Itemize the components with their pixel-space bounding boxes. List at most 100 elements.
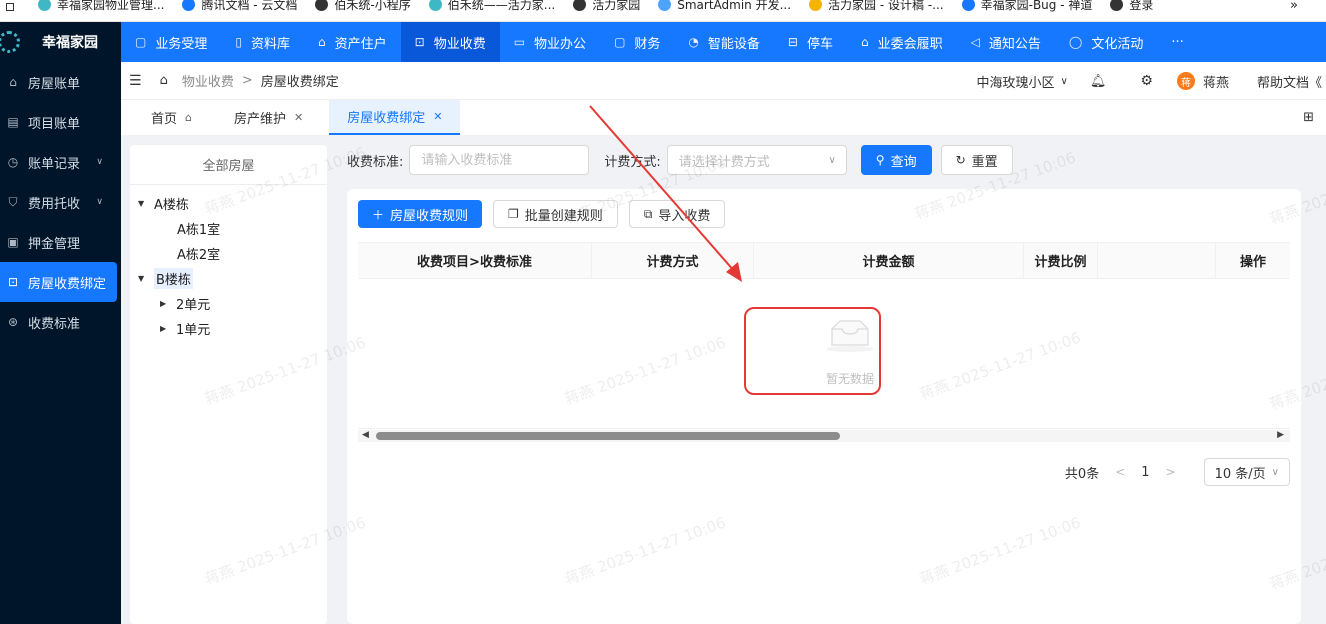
top-nav-item[interactable]: ⊟ 停车 (774, 22, 847, 62)
tab[interactable]: 首页 ⌂ (139, 100, 204, 135)
bookmark-favicon-icon (573, 0, 587, 11)
bookmark-label: 活力家园 - 设计稿 -... (828, 0, 944, 12)
top-nav-item[interactable]: ▯ 资料库 (221, 22, 304, 62)
column-header[interactable]: 收费项目>收费标准 (358, 243, 592, 278)
tree-node[interactable]: ▶ 2单元 (130, 291, 327, 316)
top-nav-item[interactable]: ⌂ 业委会履职 (847, 22, 957, 62)
bookmark-item[interactable]: 腾讯文档 - 云文档 (182, 0, 297, 13)
tree-title[interactable]: 全部房屋 (130, 145, 327, 185)
bell-icon[interactable]: 🔔︎ (1090, 74, 1107, 89)
caret-down-icon[interactable]: ▼ (138, 199, 148, 208)
tab[interactable]: 房屋收费绑定 ✕ (329, 100, 461, 135)
column-header[interactable]: 计费方式 (592, 243, 754, 278)
column-header[interactable]: 计费金额 (754, 243, 1024, 278)
tab-label: 房屋收费绑定 (347, 111, 426, 126)
bookmark-item[interactable]: 伯禾统——活力家... (428, 0, 556, 13)
top-nav-item[interactable]: ◁ 通知公告 (957, 22, 1055, 62)
sidebar-item-label: 房屋账单 (28, 76, 81, 92)
caret-right-icon[interactable]: ▶ (160, 324, 170, 333)
bookmark-item[interactable]: 幸福家园-Bug - 禅道 (961, 0, 1092, 13)
top-nav-item[interactable]: ▢ 财务 (600, 22, 674, 62)
sidebar-item[interactable]: ▣ 押金管理 (0, 222, 121, 262)
menu-toggle-icon[interactable]: ☰ (129, 73, 142, 89)
bookmarks-overflow-icon[interactable]: » (1290, 0, 1298, 13)
close-icon[interactable]: ✕ (294, 111, 303, 124)
grid-icon[interactable]: ⊞ (1303, 110, 1314, 125)
caret-right-icon[interactable]: ▶ (160, 299, 170, 308)
top-nav-item[interactable]: ▭ 物业办公 (500, 22, 600, 62)
bookmark-item[interactable]: 登录 (1110, 0, 1153, 13)
community-select[interactable]: 中海玫瑰小区 ∨ (977, 72, 1068, 91)
standard-field[interactable] (409, 145, 590, 175)
nav-icon: ▭ (513, 35, 526, 49)
sidebar-item[interactable]: ▤ 项目账单 (0, 102, 121, 142)
caret-down-icon[interactable]: ▼ (138, 274, 148, 283)
annotation-highlight-box (744, 307, 881, 395)
scrollbar-thumb[interactable] (376, 432, 840, 440)
nav-icon: ◯ (1068, 35, 1083, 49)
top-nav-item[interactable]: ⌂ 资产住户 (304, 22, 401, 62)
batch-create-button[interactable]: ❐ 批量创建规则 (493, 200, 618, 228)
bookmark-label: 伯禾统——活力家... (447, 0, 556, 12)
bookmark-item[interactable]: 活力家园 - 设计稿 -... (809, 0, 944, 13)
bookmark-item[interactable]: 幸福家园物业管理... (38, 0, 164, 13)
method-select[interactable]: 请选择计费方式 ∨ (666, 145, 847, 175)
settings-icon: ⊛ (7, 315, 19, 329)
scroll-left-icon[interactable]: ◀ (362, 430, 369, 440)
sidebar-item[interactable]: ⊡ 房屋收费绑定 (0, 262, 117, 302)
import-label: 导入收费 (658, 208, 711, 224)
horizontal-scrollbar[interactable]: ◀ ▶ (358, 430, 1290, 442)
breadcrumb-parent[interactable]: 物业收费 (182, 71, 234, 90)
tree-node[interactable]: ▼ A楼栋 (130, 191, 327, 216)
sidebar-item-label: 收费标准 (28, 316, 81, 332)
sidebar-item[interactable]: ⛉ 费用托收 ∨ (0, 182, 121, 222)
sidebar-item[interactable]: ⊛ 收费标准 (0, 302, 121, 342)
tree-node[interactable]: A栋2室 (130, 241, 327, 266)
home-icon: ⌂ (9, 75, 17, 89)
bookmark-item[interactable]: 活力家园 (573, 0, 640, 13)
help-docs-link[interactable]: 帮助文档《 (1257, 72, 1322, 91)
tree-node-label: A栋2室 (177, 248, 221, 263)
top-nav-item[interactable]: ⊡ 物业收费 (400, 22, 500, 62)
top-nav-label: 物业收费 (433, 36, 486, 52)
add-rule-button[interactable]: ＋ 房屋收费规则 (358, 200, 483, 228)
current-page[interactable]: 1 (1141, 465, 1149, 480)
reset-button[interactable]: ↻ 重置 (940, 145, 1013, 175)
shield-icon: ⛉ (8, 194, 18, 209)
top-nav-item[interactable]: ◔ 智能设备 (674, 22, 774, 62)
home-icon[interactable]: ⌂ (160, 73, 168, 88)
top-nav-item[interactable]: ▢ 业务受理 (121, 22, 221, 62)
top-nav: ▢ 业务受理 ▯ 资料库 ⌂ 资产住户 ⊡ 物业收费 ▭ 物业办公 ▢ 财务 ◔ 智能设备 ⊟ 停车 ⌂ 业委会履… (121, 22, 1326, 62)
sidebar-item[interactable]: ◷ 账单记录 ∨ (0, 142, 121, 182)
column-header: 操作 (1239, 255, 1266, 270)
bookmark-item[interactable]: 伯禾统-小程序 (315, 0, 411, 13)
top-nav-item[interactable]: ··· (1157, 22, 1197, 62)
search-button[interactable]: ⚲ 查询 (860, 145, 932, 175)
prev-page-icon[interactable]: < (1115, 465, 1125, 479)
import-button[interactable]: ⧉ 导入收费 (628, 200, 726, 228)
scroll-right-icon[interactable]: ▶ (1277, 430, 1284, 440)
user-menu[interactable]: 蒋 蒋燕 (1176, 72, 1229, 91)
gear-icon[interactable]: ⚙ (1140, 73, 1153, 89)
user-name: 蒋燕 (1202, 75, 1229, 91)
standard-input[interactable] (421, 152, 578, 168)
column-header[interactable]: 计费比例 (1024, 243, 1098, 278)
next-page-icon[interactable]: > (1166, 465, 1176, 479)
tree-node[interactable]: ▶ 1单元 (130, 316, 327, 341)
page-size-select[interactable]: 10 条/页 ∨ (1203, 458, 1290, 486)
tree-node[interactable]: ▼ B楼栋 (130, 266, 327, 291)
batch-create-label: 批量创建规则 (524, 208, 603, 224)
close-icon[interactable]: ✕ (433, 110, 442, 123)
tab[interactable]: 房产维护 ✕ (222, 100, 315, 135)
chevron-down-icon: ∨ (96, 197, 103, 207)
page-size-value: 10 条/页 (1214, 466, 1266, 482)
sidebar-item[interactable]: ⌂ 房屋账单 (0, 62, 121, 102)
bookmark-item[interactable]: SmartAdmin 开发... (658, 0, 791, 13)
wallet-icon: ▣ (7, 235, 19, 249)
bookmark-favicon-icon (809, 0, 823, 11)
filter-bar: 收费标准: 计费方式: 请选择计费方式 ∨ ⚲ 查询 ↻ 重置 (347, 145, 1013, 175)
add-rule-label: 房屋收费规则 (390, 208, 469, 224)
top-nav-item[interactable]: ◯ 文化活动 (1055, 22, 1157, 62)
tree-node[interactable]: A栋1室 (130, 216, 327, 241)
app-logo[interactable]: 幸福家园 (0, 22, 121, 62)
